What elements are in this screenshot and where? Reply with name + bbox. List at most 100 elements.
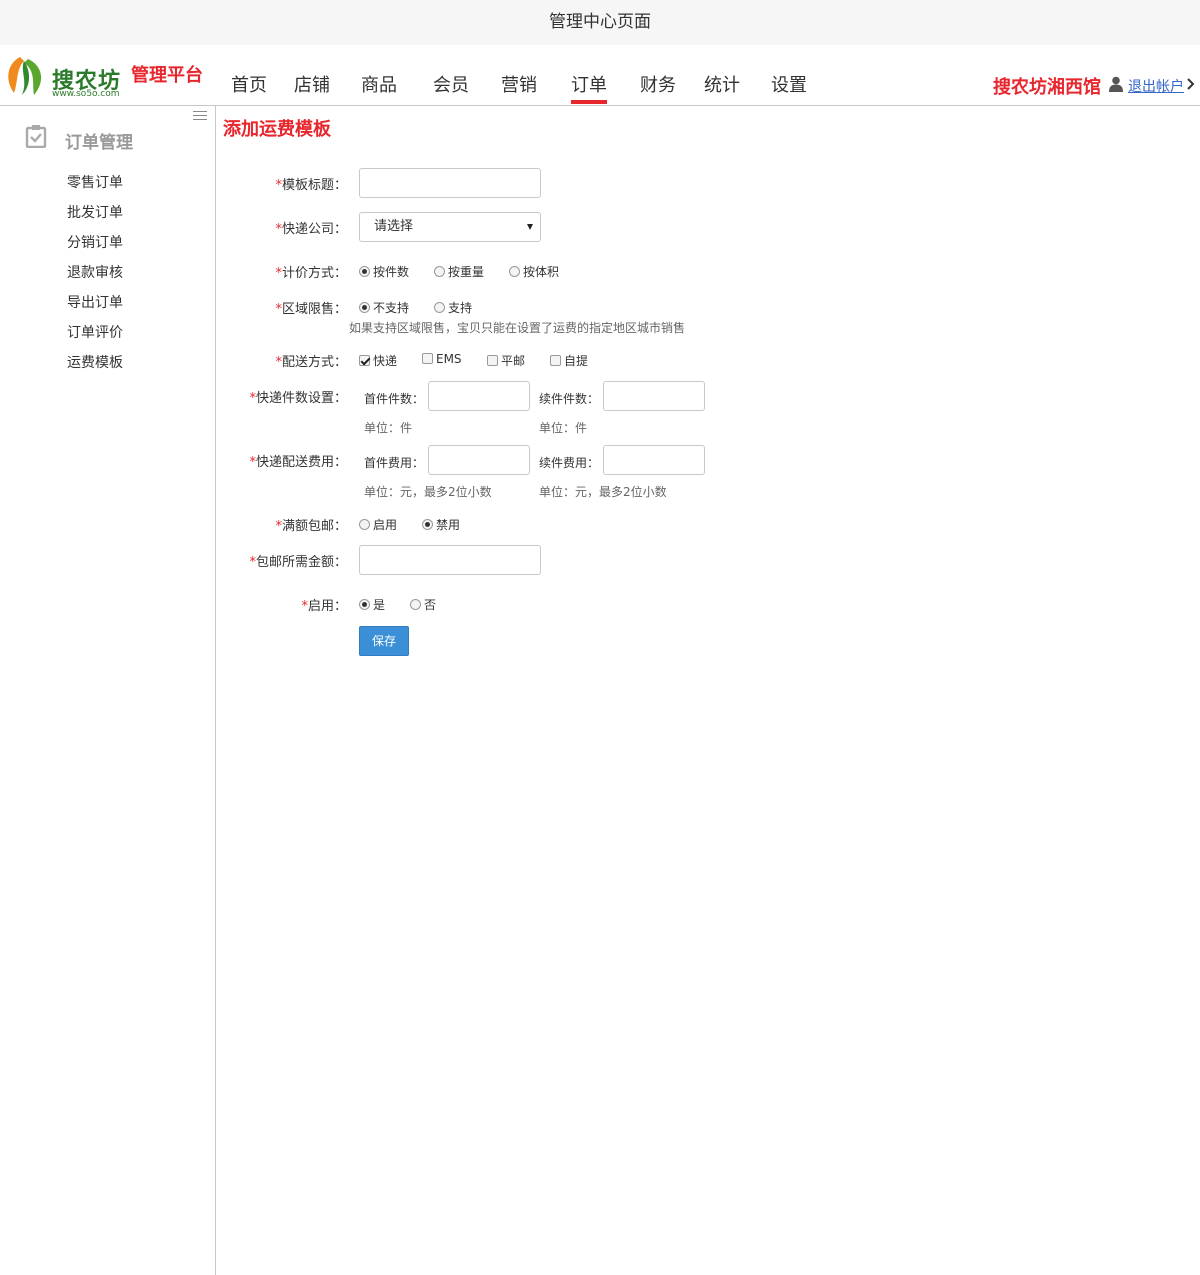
platform-title: 管理平台: [131, 65, 203, 86]
sidebar-item-export-orders[interactable]: 导出订单: [67, 292, 123, 312]
express-company-select[interactable]: 请选择: [359, 212, 541, 242]
checkbox-icon: [422, 353, 433, 364]
page-title: 添加运费模板: [223, 119, 331, 140]
dropdown-arrow-icon: [527, 224, 533, 230]
express-company-label: *快递公司：: [275, 218, 347, 237]
next-fee-input[interactable]: [603, 445, 705, 475]
next-fee-label: 续件费用：: [539, 456, 600, 470]
radio-icon: [410, 599, 421, 610]
nav-home[interactable]: 首页: [231, 71, 267, 97]
express-count-label: *快递件数设置：: [249, 387, 347, 406]
sidebar: 订单管理 零售订单 批发订单 分销订单 退款审核 导出订单 订单评价 运费模板: [0, 106, 216, 1275]
sidebar-item-order-reviews[interactable]: 订单评价: [67, 322, 123, 342]
radio-icon: [359, 302, 370, 313]
nav-products[interactable]: 商品: [361, 71, 397, 97]
checkbox-icon: [359, 355, 370, 366]
template-title-label: *模板标题：: [275, 174, 347, 193]
sidebar-item-retail-orders[interactable]: 零售订单: [67, 172, 123, 192]
free-shipping-enable-radio[interactable]: 启用: [359, 516, 397, 533]
radio-icon: [359, 266, 370, 277]
checkbox-icon: [487, 355, 498, 366]
sidebar-item-distribution-orders[interactable]: 分销订单: [67, 232, 123, 252]
option-label: 自提: [564, 354, 589, 368]
radio-icon: [359, 519, 370, 530]
enabled-no-radio[interactable]: 否: [410, 596, 436, 613]
region-unsupported-radio[interactable]: 不支持: [359, 299, 409, 316]
next-count-input[interactable]: [603, 381, 705, 411]
label-text: 快递配送费用：: [255, 455, 347, 470]
top-header: 搜农坊 www.so5o.com 管理平台 首页 店铺 商品 会员 营销 订单 …: [0, 45, 1200, 106]
option-label: 禁用: [436, 518, 461, 532]
option-label: 按重量: [448, 265, 485, 279]
nav-orders[interactable]: 订单: [571, 71, 607, 104]
label-text: 模板标题：: [281, 178, 347, 193]
option-label: 按件数: [373, 265, 410, 279]
region-supported-radio[interactable]: 支持: [434, 299, 472, 316]
next-count-unit-hint: 单位：件: [539, 421, 588, 435]
nav-statistics[interactable]: 统计: [704, 71, 740, 97]
option-label: 否: [424, 598, 437, 612]
sidebar-item-shipping-templates[interactable]: 运费模板: [67, 352, 123, 372]
logout-link[interactable]: 退出帐户: [1128, 76, 1184, 96]
option-label: EMS: [436, 352, 462, 366]
first-count-unit-hint: 单位：件: [364, 421, 413, 435]
template-title-input[interactable]: [359, 168, 541, 198]
pricing-by-volume-radio[interactable]: 按体积: [509, 263, 559, 280]
label-text: 包邮所需金额：: [255, 555, 347, 570]
label-text: 配送方式：: [281, 355, 347, 370]
pricing-by-weight-radio[interactable]: 按重量: [434, 263, 484, 280]
nav-store[interactable]: 店铺: [294, 71, 330, 97]
menu-toggle-icon[interactable]: [193, 111, 207, 123]
radio-icon: [509, 266, 520, 277]
delivery-ems-checkbox[interactable]: EMS: [422, 352, 462, 366]
free-shipping-amount-input[interactable]: [359, 545, 541, 575]
enabled-yes-radio[interactable]: 是: [359, 596, 385, 613]
brand-logo[interactable]: 搜农坊 www.so5o.com: [2, 53, 128, 99]
window-title: 管理中心页面: [0, 0, 1200, 45]
delivery-pickup-checkbox[interactable]: 自提: [550, 352, 588, 369]
nav-marketing[interactable]: 营销: [501, 71, 537, 97]
free-shipping-amount-label: *包邮所需金额：: [249, 551, 347, 570]
select-value: 请选择: [374, 219, 414, 234]
first-count-input[interactable]: [428, 381, 530, 411]
region-limit-label: *区域限售：: [275, 298, 347, 317]
sidebar-heading: 订单管理: [65, 133, 133, 153]
radio-icon: [359, 599, 370, 610]
region-limit-hint: 如果支持区域限售，宝贝只能在设置了运费的指定地区城市销售: [349, 321, 686, 335]
pricing-method-label: *计价方式：: [275, 262, 347, 281]
delivery-express-checkbox[interactable]: 快递: [359, 352, 397, 369]
sidebar-item-wholesale-orders[interactable]: 批发订单: [67, 202, 123, 222]
free-shipping-disable-radio[interactable]: 禁用: [422, 516, 460, 533]
nav-members[interactable]: 会员: [433, 71, 469, 97]
free-shipping-label: *满额包邮：: [275, 515, 347, 534]
sidebar-item-refund-review[interactable]: 退款审核: [67, 262, 123, 282]
option-label: 启用: [373, 518, 398, 532]
express-fee-label: *快递配送费用：: [249, 451, 347, 470]
clipboard-check-icon: [25, 125, 47, 148]
next-count-label: 续件件数：: [539, 392, 600, 406]
nav-finance[interactable]: 财务: [640, 71, 676, 97]
delivery-method-label: *配送方式：: [275, 351, 347, 370]
save-button[interactable]: 保存: [359, 626, 409, 656]
option-label: 是: [373, 598, 386, 612]
enabled-label: *启用：: [301, 595, 347, 614]
nav-settings[interactable]: 设置: [771, 71, 807, 97]
checkbox-icon: [550, 355, 561, 366]
label-text: 快递件数设置：: [255, 391, 347, 406]
shop-name: 搜农坊湘西馆: [993, 77, 1101, 98]
delivery-post-checkbox[interactable]: 平邮: [487, 352, 525, 369]
pricing-by-count-radio[interactable]: 按件数: [359, 263, 409, 280]
first-fee-label: 首件费用：: [364, 456, 425, 470]
radio-icon: [434, 302, 445, 313]
radio-icon: [434, 266, 445, 277]
leaf-logo-icon: [8, 57, 42, 95]
option-label: 快递: [373, 354, 398, 368]
first-count-label: 首件件数：: [364, 392, 425, 406]
label-text: 启用：: [307, 599, 347, 614]
label-text: 计价方式：: [281, 266, 347, 281]
option-label: 平邮: [501, 354, 526, 368]
chevron-right-icon: [1187, 78, 1195, 90]
brand-url: www.so5o.com: [52, 89, 120, 99]
radio-icon: [422, 519, 433, 530]
first-fee-input[interactable]: [428, 445, 530, 475]
